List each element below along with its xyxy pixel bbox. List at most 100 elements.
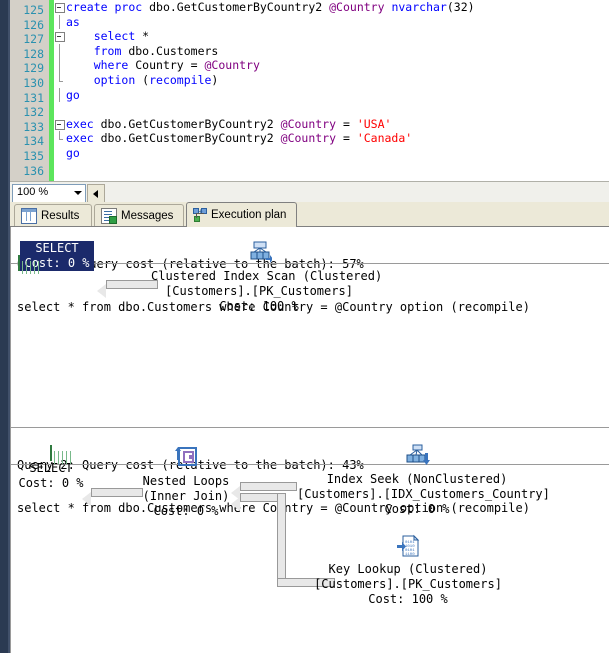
connector-arrowhead xyxy=(97,284,106,298)
key-lookup-icon: 0101 1010 0101 1100 xyxy=(396,534,420,561)
tab-execution-plan-label: Execution plan xyxy=(211,209,287,221)
code-text: exec dbo.GetCustomerByCountry2 @Country … xyxy=(66,131,413,146)
code-line[interactable]: where Country = @Country xyxy=(54,58,609,73)
line-number: 127 xyxy=(23,32,44,47)
plan-nodes-icon: + xyxy=(193,208,207,222)
line-number-gutter: 125 126 127 128 129 130 131 132 133 134 135 136 xyxy=(10,0,49,181)
clustered-index-scan-icon xyxy=(246,241,273,268)
code-line[interactable] xyxy=(54,102,609,117)
tab-execution-plan[interactable]: + Execution plan xyxy=(186,202,297,227)
execution-plan-panel[interactable]: Query 1: Query cost (relative to the bat… xyxy=(10,227,609,654)
plan-node-nested-loops[interactable]: Nested Loops (Inner Join) Cost: 0 % xyxy=(137,446,235,519)
region-guide xyxy=(59,87,60,103)
code-line[interactable]: from dbo.Customers xyxy=(54,43,609,59)
region-guide-end xyxy=(59,72,63,82)
code-line[interactable]: go xyxy=(54,87,609,103)
code-text: go xyxy=(66,87,80,102)
ssms-query-window: 125 126 127 128 129 130 131 132 133 134 135 136 cre… xyxy=(0,0,609,654)
collapse-toggle-icon[interactable] xyxy=(55,32,65,43)
tab-results[interactable]: Results xyxy=(14,204,92,226)
code-text: option (recompile) xyxy=(93,72,219,87)
code-line[interactable]: exec dbo.GetCustomerByCountry2 @Country … xyxy=(54,117,609,132)
query-plan-1[interactable]: Query 1: Query cost (relative to the bat… xyxy=(11,227,609,427)
select-result-icon xyxy=(50,445,52,461)
line-number: 133 xyxy=(23,119,44,134)
code-line[interactable]: exec dbo.GetCustomerByCountry2 @Country … xyxy=(54,131,609,146)
plan-node-seek-line-0: Index Seek (NonClustered) xyxy=(326,472,508,486)
tab-results-label: Results xyxy=(41,209,80,222)
connector-arrowhead-2 xyxy=(82,492,91,506)
plan-node-clustered-index-scan[interactable]: Clustered Index Scan (Clustered) [Custom… xyxy=(151,241,383,314)
code-line[interactable]: go xyxy=(54,146,609,161)
code-text: from dbo.Customers xyxy=(93,43,219,58)
plan-node-keylookup-line-2: Cost: 100 % xyxy=(368,592,448,606)
sql-editor[interactable]: 125 126 127 128 129 130 131 132 133 134 135 136 cre… xyxy=(10,0,609,181)
svg-text:1100: 1100 xyxy=(405,553,415,557)
plan-node-select-line-0: SELECT xyxy=(35,241,79,255)
plan-node-loops-line-1: (Inner Join) xyxy=(142,489,230,503)
window-left-edge xyxy=(0,0,8,653)
grid-icon xyxy=(21,207,37,224)
code-text: exec dbo.GetCustomerByCountry2 @Country … xyxy=(66,116,392,131)
connector-seek-to-loops[interactable] xyxy=(240,482,297,491)
code-line[interactable]: create proc dbo.GetCustomerByCountry2 @C… xyxy=(54,0,609,15)
document-icon xyxy=(101,207,117,224)
zoom-level-combobox[interactable]: 100 % xyxy=(12,184,86,203)
connector-loops-to-select[interactable] xyxy=(91,488,143,497)
plan-node-keylookup-line-1: [Customers].[PK_Customers] xyxy=(314,577,502,591)
plan-node-select-2[interactable]: SELECT Cost: 0 % xyxy=(15,445,87,491)
code-line[interactable]: as xyxy=(54,14,609,30)
code-area[interactable]: create proc dbo.GetCustomerByCountry2 @C… xyxy=(54,0,609,181)
plan-node-cis-line-0: Clustered Index Scan (Clustered) xyxy=(151,269,383,283)
tab-messages[interactable]: Messages xyxy=(94,204,184,226)
line-number: 126 xyxy=(23,17,44,32)
line-number: 136 xyxy=(23,163,44,178)
chevron-down-icon[interactable] xyxy=(74,191,82,195)
code-text: go xyxy=(66,145,80,160)
plan-node-seek-line-2: Cost: 0 % xyxy=(384,502,450,516)
plan-node-select[interactable]: SELECT Cost: 0 % xyxy=(17,241,95,271)
code-text: where Country = @Country xyxy=(93,58,260,73)
connector-keylookup-vertical[interactable] xyxy=(277,493,286,587)
code-line[interactable]: option (recompile) xyxy=(54,72,609,88)
plan-node-seek-line-1: [Customers].[IDX_Customers_Country] xyxy=(297,487,550,501)
line-number: 130 xyxy=(23,76,44,90)
code-line[interactable]: select * xyxy=(54,29,609,44)
index-seek-icon xyxy=(404,444,430,471)
region-guide xyxy=(59,14,60,30)
plan-node-select2-line-0: SELECT xyxy=(29,461,73,475)
line-number: 131 xyxy=(23,90,44,105)
collapse-toggle-icon[interactable] xyxy=(55,3,65,13)
region-guide xyxy=(59,58,60,73)
plan-node-select2-line-1: Cost: 0 % xyxy=(18,476,84,490)
plan-node-index-seek[interactable]: Index Seek (NonClustered) [Customers].[I… xyxy=(297,444,550,517)
line-number: 125 xyxy=(23,3,44,17)
left-arrow-icon[interactable] xyxy=(87,184,105,203)
collapse-toggle-icon[interactable] xyxy=(55,119,65,130)
tab-messages-label: Messages xyxy=(121,209,174,222)
plan-node-key-lookup[interactable]: 0101 1010 0101 1100 Key Lookup (Clustere… xyxy=(297,534,519,607)
plan-node-select-line-1: Cost: 0 % xyxy=(24,256,90,270)
line-number: 135 xyxy=(23,149,44,163)
code-text: create proc dbo.GetCustomerByCountry2 @C… xyxy=(66,0,475,14)
plan-node-cis-line-1: [Customers].[PK_Customers] xyxy=(165,284,353,298)
code-text: select * xyxy=(93,29,150,44)
results-tabstrip: Results Messages + Execution plan xyxy=(10,202,609,227)
code-text: as xyxy=(66,14,80,29)
plan-node-cis-line-2: Cost: 100 % xyxy=(219,299,299,313)
nested-loops-icon xyxy=(174,447,198,473)
editor-zoom-bar: 100 % xyxy=(10,181,609,203)
plan-node-loops-line-0: Nested Loops xyxy=(142,474,230,488)
region-guide xyxy=(59,43,60,59)
plan-node-loops-line-2: Cost: 0 % xyxy=(153,504,219,518)
query-plan-2[interactable]: Query 2: Query cost (relative to the bat… xyxy=(11,427,609,654)
plan-node-select-labels: SELECT Cost: 0 % xyxy=(20,241,94,271)
line-number: 134 xyxy=(23,134,44,149)
plan-node-keylookup-line-0: Key Lookup (Clustered) xyxy=(328,562,488,576)
line-number: 129 xyxy=(23,61,44,76)
line-number: 132 xyxy=(23,105,44,120)
line-number: 128 xyxy=(23,46,44,61)
region-guide-end xyxy=(59,131,63,141)
zoom-level-value: 100 % xyxy=(17,186,49,198)
code-line[interactable] xyxy=(54,161,609,176)
